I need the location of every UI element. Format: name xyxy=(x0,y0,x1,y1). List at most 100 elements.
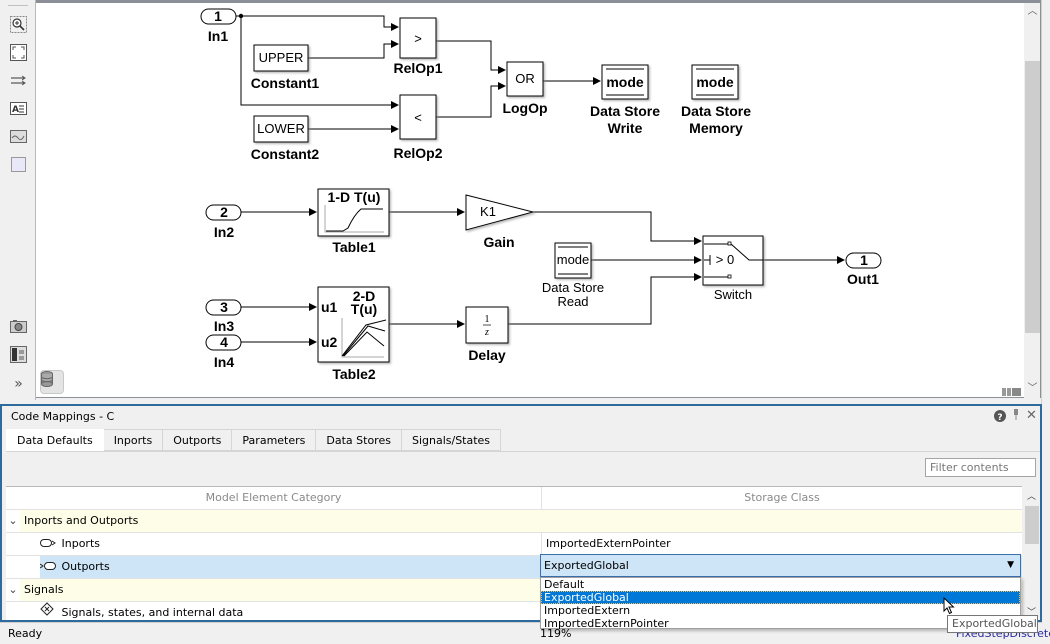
screenshot-icon[interactable] xyxy=(10,318,27,335)
table-vertical-scrollbar[interactable]: ︿ ﹀ xyxy=(1023,487,1040,620)
storage-class-dropdown[interactable]: ExportedGlobal ▼ xyxy=(540,554,1021,577)
data-store-name: mode xyxy=(696,74,734,90)
tab-inports[interactable]: Inports xyxy=(103,429,164,451)
close-icon[interactable]: ✕ xyxy=(1026,408,1037,423)
column-header-category[interactable]: Model Element Category xyxy=(6,487,541,509)
tab-data-defaults[interactable]: Data Defaults xyxy=(6,429,104,451)
constant1-block[interactable]: UPPER Constant1 xyxy=(251,44,320,91)
data-store-memory-block[interactable]: mode Data Store Memory xyxy=(681,64,751,136)
gain-value: K1 xyxy=(480,204,496,219)
column-header-storage-class[interactable]: Storage Class xyxy=(541,487,1022,509)
inport-in2[interactable]: 2 In2 xyxy=(205,204,242,240)
model-canvas[interactable]: 1 In1 UPPER Constant1 LOWER Constant2 > … xyxy=(36,0,1024,398)
wire-in1-relop1[interactable] xyxy=(236,15,399,31)
outport-icon xyxy=(39,556,58,578)
block-label: Constant1 xyxy=(251,75,320,91)
tabs-divider xyxy=(6,451,1040,452)
logop-block[interactable]: OR LogOp xyxy=(502,61,548,116)
tab-data-stores[interactable]: Data Stores xyxy=(316,429,402,451)
row-cell-category: Outports xyxy=(39,556,541,578)
block-label: RelOp2 xyxy=(393,145,442,161)
data-store-write-block[interactable]: mode Data Store Write xyxy=(590,64,660,136)
database-icon[interactable] xyxy=(40,370,64,394)
row-label: Outports xyxy=(61,560,110,573)
area-icon[interactable] xyxy=(10,156,27,173)
zoom-icon[interactable] xyxy=(10,16,27,33)
wire-constant1-relop1[interactable] xyxy=(308,40,399,59)
signal-icon xyxy=(40,602,58,620)
filter-input[interactable]: Filter contents xyxy=(925,458,1036,477)
model-browser-icon[interactable] xyxy=(10,346,27,363)
tab-signals-states[interactable]: Signals/States xyxy=(401,429,502,451)
block-label: Gain xyxy=(483,234,514,250)
table1-block[interactable]: 1-D T(u) Table1 xyxy=(317,188,390,255)
dropdown-arrow-icon[interactable]: ▼ xyxy=(1007,555,1014,576)
window-edge xyxy=(1041,0,1050,644)
block-label: Data Store xyxy=(590,103,660,119)
delay-block[interactable]: 1 z Delay xyxy=(465,306,509,363)
wire-relop1-logop[interactable] xyxy=(436,40,506,74)
constant-value: UPPER xyxy=(259,50,304,65)
column-view-icon[interactable] xyxy=(1002,387,1022,396)
inport-number: 4 xyxy=(220,334,228,350)
input-label-u2: u2 xyxy=(321,334,338,350)
inport-in3[interactable]: 3 In3 xyxy=(205,299,242,334)
wire-relop2-logop[interactable] xyxy=(436,82,506,118)
chevron-down-icon[interactable]: ⌄ xyxy=(6,510,20,532)
gain-block[interactable]: K1 Gain xyxy=(465,194,535,250)
help-icon[interactable]: ? xyxy=(994,410,1006,425)
table2-block[interactable]: 2-D T(u) u1 u2 Table2 xyxy=(317,286,390,382)
lookup-title: T(u) xyxy=(351,301,377,317)
annotation-icon[interactable]: A xyxy=(10,100,27,117)
relop1-block[interactable]: > RelOp1 xyxy=(393,17,443,76)
row-cell-category: Inports xyxy=(40,533,541,555)
route-lines-icon[interactable] xyxy=(10,72,27,89)
operator-symbol: > xyxy=(414,31,422,46)
canvas-vertical-scrollbar[interactable]: ︿ ﹀ xyxy=(1024,0,1041,398)
tab-outports[interactable]: Outports xyxy=(163,429,233,451)
block-label: In4 xyxy=(214,354,234,370)
dropdown-option-default[interactable]: Default xyxy=(541,578,1020,591)
tab-parameters[interactable]: Parameters xyxy=(232,429,317,451)
switch-condition: > 0 xyxy=(716,252,734,267)
scroll-up-icon[interactable]: ︿ xyxy=(1023,489,1040,502)
wire-gain-switch[interactable] xyxy=(533,211,702,245)
data-store-name: mode xyxy=(557,252,590,267)
scroll-up-icon[interactable]: ︿ xyxy=(1024,4,1041,20)
outport-out1[interactable]: 1 Out1 xyxy=(845,252,882,287)
row-cell-category: Signals, states, and internal data xyxy=(40,602,541,620)
data-store-read-block[interactable]: mode Data Store Read xyxy=(542,242,604,309)
relop2-block[interactable]: < RelOp2 xyxy=(393,94,443,161)
operator-symbol: < xyxy=(414,110,422,125)
fit-view-icon[interactable] xyxy=(10,44,27,61)
tooltip: ExportedGlobal xyxy=(947,615,1038,633)
chevron-down-icon[interactable]: ⌄ xyxy=(6,579,20,601)
pin-icon[interactable] xyxy=(1012,409,1020,424)
block-label: Table2 xyxy=(332,366,376,382)
inport-in4[interactable]: 4 In4 xyxy=(205,334,242,370)
row-label: Inports xyxy=(61,537,101,550)
image-icon[interactable] xyxy=(10,128,27,145)
storage-class-cell[interactable]: ImportedExternPointer xyxy=(541,533,1022,555)
block-label: RelOp1 xyxy=(393,60,442,76)
expand-palette-icon[interactable]: » xyxy=(10,375,27,392)
scroll-down-icon[interactable]: ﹀ xyxy=(1024,381,1041,397)
constant2-block[interactable]: LOWER Constant2 xyxy=(251,115,320,162)
block-label: Write xyxy=(608,120,643,136)
table-header: Model Element Category Storage Class xyxy=(6,487,1022,510)
switch-block[interactable]: > 0 Switch xyxy=(702,235,764,302)
block-label: Data Store xyxy=(542,280,604,295)
inport-in1[interactable]: 1 In1 xyxy=(200,8,237,44)
svg-text:A: A xyxy=(12,105,19,115)
block-label: Switch xyxy=(714,287,752,302)
block-label: In3 xyxy=(214,318,234,334)
block-label: In1 xyxy=(208,28,228,44)
block-label: Table1 xyxy=(332,239,376,255)
table-row-inports[interactable]: Inports ImportedExternPointer xyxy=(6,533,1022,556)
delay-numerator: 1 xyxy=(485,314,490,325)
scroll-thumb[interactable] xyxy=(1025,61,1040,333)
scroll-thumb[interactable] xyxy=(1025,506,1039,544)
row-label: Signals, states, and internal data xyxy=(61,606,244,619)
group-row-inports-outports[interactable]: ⌄ Inports and Outports xyxy=(6,510,1022,533)
tool-palette: A » xyxy=(0,0,36,400)
